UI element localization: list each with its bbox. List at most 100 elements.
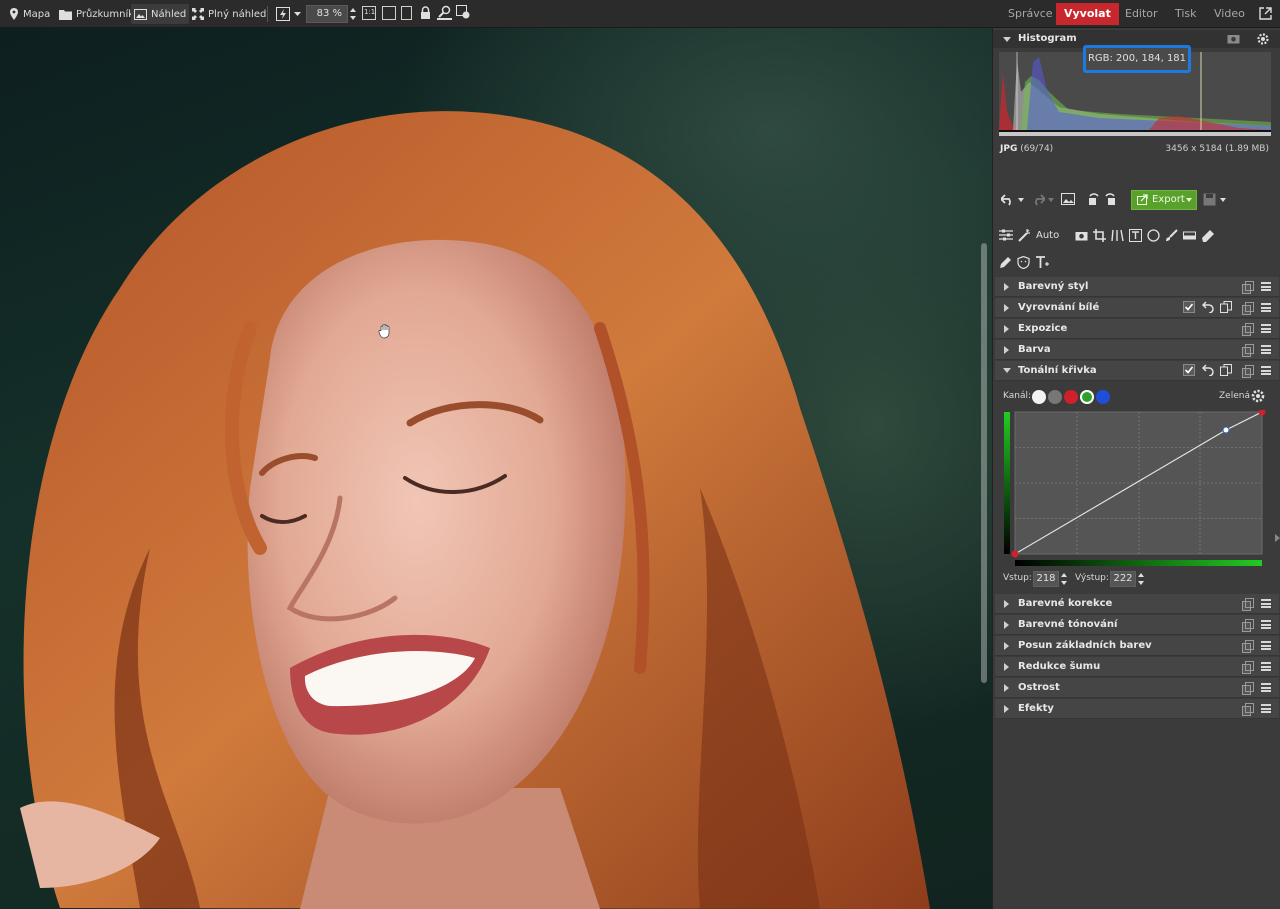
reset-icon[interactable] — [1202, 301, 1214, 313]
copy-settings-icon[interactable] — [1242, 703, 1254, 716]
eraser-icon[interactable] — [1201, 229, 1215, 242]
copy-settings-icon[interactable] — [1242, 682, 1254, 695]
redo-icon[interactable] — [1031, 194, 1045, 206]
checkbox-checked-icon[interactable] — [1183, 301, 1195, 313]
vstup-stepper-icon[interactable] — [1061, 573, 1067, 585]
tab-video[interactable]: Video — [1206, 3, 1253, 25]
tab-spravce[interactable]: Správce — [1000, 3, 1061, 25]
copy-settings-icon[interactable] — [1242, 619, 1254, 632]
vertical-scrollbar[interactable] — [981, 243, 987, 683]
zoom-search-icon[interactable] — [437, 5, 452, 20]
external-window-icon[interactable] — [1259, 7, 1272, 20]
zoom-level-input[interactable]: 83 % — [306, 5, 348, 23]
copy-settings-icon[interactable] — [1242, 640, 1254, 653]
menu-icon[interactable] — [1261, 366, 1271, 375]
copy-settings-icon[interactable] — [1242, 661, 1254, 674]
section-barevny-styl[interactable]: Barevný styl — [995, 277, 1279, 297]
menu-icon[interactable] — [1261, 683, 1271, 692]
text-tool-icon[interactable] — [1035, 255, 1049, 269]
settings-gear-icon[interactable] — [1257, 33, 1269, 45]
vystup-input[interactable]: 222 — [1110, 571, 1136, 587]
menu-icon[interactable] — [1261, 324, 1271, 333]
channel-red-button[interactable] — [1064, 390, 1078, 404]
redo-chevron-icon[interactable] — [1048, 198, 1054, 202]
copy-settings-icon[interactable] — [1242, 598, 1254, 611]
magic-wand-icon[interactable] — [1018, 228, 1031, 242]
section-ostrost[interactable]: Ostrost — [995, 678, 1279, 698]
channel-white-button[interactable] — [1032, 390, 1046, 404]
pen-icon[interactable] — [999, 256, 1012, 269]
save-preset-chevron-icon[interactable] — [1220, 198, 1226, 202]
menu-icon[interactable] — [1261, 599, 1271, 608]
adjust-icon[interactable] — [456, 5, 471, 20]
zoom-stepper-icon[interactable] — [350, 7, 356, 21]
save-preset-icon[interactable] — [1203, 193, 1216, 206]
reset-icon[interactable] — [1202, 364, 1214, 376]
menu-icon[interactable] — [1261, 620, 1271, 629]
camera-toggle-icon[interactable] — [1227, 33, 1240, 44]
section-posun-zakladnich-barev[interactable]: Posun základních barev — [995, 636, 1279, 656]
face-shield-icon[interactable] — [1017, 255, 1030, 269]
menu-icon[interactable] — [1261, 303, 1271, 312]
copy-settings-icon[interactable] — [1242, 281, 1254, 294]
perspective-icon[interactable] — [1111, 229, 1124, 242]
tab-editor[interactable]: Editor — [1117, 3, 1166, 25]
copy-settings-icon[interactable] — [1242, 344, 1254, 357]
menu-icon[interactable] — [1261, 662, 1271, 671]
checkbox-checked-icon[interactable] — [1183, 364, 1195, 376]
section-vyrovnani-bile[interactable]: Vyrovnání bílé — [995, 298, 1279, 318]
flash-dropdown[interactable] — [273, 4, 304, 24]
menu-icon[interactable] — [1261, 704, 1271, 713]
vstup-input[interactable]: 218 — [1033, 571, 1059, 587]
plny-nahled-button[interactable]: Plný náhled — [189, 4, 269, 24]
channel-blue-button[interactable] — [1096, 390, 1110, 404]
export-button[interactable]: Export — [1131, 190, 1197, 210]
nahled-button[interactable]: Náhled — [131, 4, 190, 24]
export-chevron-icon[interactable] — [1186, 198, 1192, 202]
section-efekty[interactable]: Efekty — [995, 699, 1279, 719]
rotate-right-icon[interactable] — [1103, 192, 1117, 206]
section-barevne-korekce[interactable]: Barevné korekce — [995, 594, 1279, 614]
duplicate-icon[interactable] — [1220, 364, 1232, 376]
sliders-icon[interactable] — [999, 229, 1013, 241]
copy-settings-icon[interactable] — [1242, 365, 1254, 378]
undo-icon[interactable] — [1001, 194, 1015, 206]
section-expozice[interactable]: Expozice — [995, 319, 1279, 339]
pruzkumnik-button[interactable]: Průzkumník — [56, 4, 137, 24]
vystup-stepper-icon[interactable] — [1138, 573, 1144, 585]
zoom-1to1-icon[interactable]: 1:1 — [362, 6, 376, 20]
copy-settings-icon[interactable] — [1242, 323, 1254, 336]
image-compare-icon[interactable] — [1061, 193, 1075, 205]
tone-curve-graph[interactable] — [1003, 410, 1275, 568]
section-label: Posun základních barev — [1018, 640, 1152, 651]
lock-icon[interactable] — [420, 6, 431, 20]
text-box-icon[interactable] — [1129, 228, 1143, 242]
section-tonalni-krivka[interactable]: Tonální křivka — [995, 361, 1279, 381]
section-redukce-sumu[interactable]: Redukce šumu — [995, 657, 1279, 677]
brush-icon[interactable] — [1165, 228, 1178, 242]
camera-icon[interactable] — [1075, 230, 1088, 241]
mapa-button[interactable]: Mapa — [6, 4, 53, 24]
copy-settings-icon[interactable] — [1242, 302, 1254, 315]
menu-icon[interactable] — [1261, 282, 1271, 291]
tab-tisk[interactable]: Tisk — [1167, 3, 1205, 25]
zoom-fit-height-icon[interactable] — [401, 6, 412, 20]
section-barva[interactable]: Barva — [995, 340, 1279, 360]
panel-collapse-arrow-icon[interactable] — [1275, 534, 1280, 542]
section-barevne-tonovani[interactable]: Barevné tónování — [995, 615, 1279, 635]
menu-icon[interactable] — [1261, 345, 1271, 354]
gradient-icon[interactable] — [1183, 229, 1197, 242]
crop-icon[interactable] — [1093, 228, 1107, 242]
circle-select-icon[interactable] — [1147, 228, 1160, 242]
rotate-left-icon[interactable] — [1087, 192, 1101, 206]
zoom-fit-icon[interactable] — [382, 6, 396, 20]
undo-chevron-icon[interactable] — [1018, 198, 1024, 202]
photo-preview[interactable] — [0, 28, 992, 909]
channel-green-button[interactable] — [1080, 390, 1094, 404]
menu-icon[interactable] — [1261, 641, 1271, 650]
curve-settings-gear-icon[interactable] — [1251, 389, 1265, 403]
auto-label[interactable]: Auto — [1036, 230, 1059, 241]
tab-vyvolat[interactable]: Vyvolat — [1056, 3, 1119, 25]
channel-gray-button[interactable] — [1048, 390, 1062, 404]
duplicate-icon[interactable] — [1220, 301, 1232, 313]
